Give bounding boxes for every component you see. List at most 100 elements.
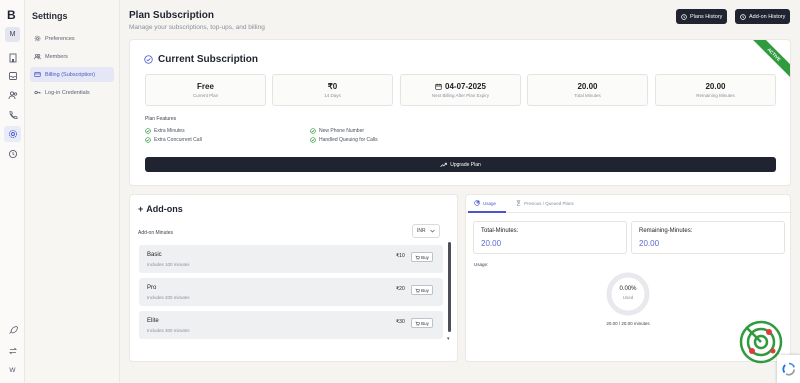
- stat-total-minutes: 20.00 Total Minutes: [527, 74, 648, 106]
- cart-icon: [415, 255, 421, 260]
- usage-caption: 20.00 / 20.00 minutes: [606, 321, 650, 326]
- usage-tabs: Usage Previous / Queued Plans: [466, 195, 792, 213]
- contacts-icon[interactable]: [6, 88, 19, 101]
- stat-value: 20.00: [577, 82, 598, 91]
- feature-item: New Phone Number: [310, 128, 364, 134]
- sidebar-item-label: Members: [45, 53, 68, 60]
- check-circle-icon: [145, 137, 151, 143]
- cart-icon: [415, 288, 421, 293]
- tab-previous-queued-plans[interactable]: Previous / Queued Plans: [516, 200, 574, 206]
- addon-history-label: Add-on History: [749, 13, 786, 20]
- tab-usage[interactable]: Usage: [474, 200, 496, 206]
- stat-price: ₹0 14 Days: [272, 74, 393, 106]
- stat-label: 14 Days: [324, 93, 341, 98]
- pie-chart-icon: [474, 200, 480, 206]
- addon-row-pro: Pro Includes 200 minutes ₹20 Buy: [139, 278, 443, 306]
- addons-heading: + Add-ons: [138, 204, 183, 214]
- switch-icon[interactable]: [6, 344, 19, 357]
- stat-label: Current Plan: [192, 93, 219, 98]
- upgrade-plan-button[interactable]: Upgrade Plan: [145, 157, 776, 172]
- currency-select[interactable]: INR: [412, 224, 440, 238]
- addon-name: Basic: [147, 252, 162, 258]
- clock-icon: [681, 13, 687, 20]
- features-title: Plan Features: [145, 116, 177, 122]
- stat-value: 20.00: [705, 82, 726, 91]
- check-circle-icon: [310, 128, 316, 134]
- key-icon: [34, 90, 41, 95]
- app-logo[interactable]: B: [7, 8, 16, 22]
- workspace-avatar[interactable]: M: [5, 27, 20, 42]
- building-icon[interactable]: [6, 51, 19, 64]
- plans-history-button[interactable]: Plans History: [676, 9, 728, 24]
- addons-scrollbar[interactable]: [448, 242, 451, 332]
- phone-icon[interactable]: [6, 108, 19, 121]
- gear-icon: [34, 35, 41, 42]
- buy-button-pro[interactable]: Buy: [411, 285, 433, 295]
- total-minutes-value: 20.00: [481, 239, 502, 248]
- stat-label: Next Billing After Plan Expiry: [431, 93, 490, 98]
- buy-button-elite[interactable]: Buy: [411, 318, 433, 328]
- page-subtitle: Manage your subscriptions, top-ups, and …: [129, 24, 265, 31]
- remaining-minutes-value: 20.00: [639, 239, 660, 248]
- trend-up-icon: [440, 162, 447, 167]
- plans-history-label: Plans History: [690, 13, 723, 20]
- currency-value: INR: [417, 228, 426, 234]
- addon-desc: Includes 200 minutes: [147, 295, 190, 300]
- sidebar-item-login-credentials[interactable]: Log-in Credentials: [30, 85, 114, 100]
- addon-desc: Includes 300 minutes: [147, 328, 190, 333]
- settings-sidebar: Settings Preferences Members Billing (Su…: [25, 0, 120, 383]
- inbox-icon[interactable]: [6, 69, 19, 82]
- subscription-title: Current Subscription: [158, 54, 259, 65]
- user-avatar[interactable]: W: [6, 364, 19, 377]
- upgrade-plan-label: Upgrade Plan: [450, 161, 481, 168]
- page-title: Plan Subscription: [129, 10, 215, 21]
- addon-name: Pro: [147, 285, 157, 291]
- usage-used-label: Used: [622, 295, 634, 300]
- icon-rail: B M W: [0, 0, 25, 383]
- sidebar-title: Settings: [32, 11, 68, 21]
- remaining-minutes-box: Remaining-Minutes: 20.00: [631, 221, 785, 254]
- usage-section-label: Usage:: [474, 262, 489, 267]
- addon-row-elite: Elite Includes 300 minutes ₹30 Buy: [139, 311, 443, 339]
- sidebar-item-members[interactable]: Members: [30, 49, 114, 64]
- hourglass-icon: [516, 200, 521, 206]
- addons-card: + Add-ons Add-on Minutes INR Basic Inclu…: [129, 194, 458, 362]
- stat-current-plan: Free Current Plan: [145, 74, 266, 106]
- usage-percent: 0.00%: [619, 286, 637, 292]
- users-icon: [34, 53, 41, 60]
- stat-next-billing: 04-07-2025 Next Billing After Plan Expir…: [400, 74, 521, 106]
- card-icon: [34, 72, 41, 77]
- sidebar-item-label: Log-in Credentials: [45, 89, 90, 96]
- cart-icon: [415, 321, 421, 326]
- stat-value: ₹0: [327, 82, 338, 91]
- stat-label: Total Minutes: [574, 93, 601, 98]
- active-badge: ACTIVE: [749, 40, 790, 79]
- check-circle-icon: [144, 55, 153, 64]
- total-minutes-box: Total-Minutes: 20.00: [473, 221, 627, 254]
- addons-title: Add-ons: [146, 204, 183, 214]
- addon-name: Elite: [147, 318, 159, 324]
- plus-icon: +: [138, 204, 144, 214]
- main-content: Plan Subscription Manage your subscripti…: [120, 0, 800, 383]
- chevron-down-icon: [430, 229, 435, 233]
- sidebar-item-preferences[interactable]: Preferences: [30, 31, 114, 46]
- buy-button-basic[interactable]: Buy: [411, 252, 433, 262]
- recaptcha-badge[interactable]: [777, 355, 800, 383]
- addon-minutes-label: Add-on Minutes: [138, 230, 174, 236]
- feature-item: Extra Concurrent Call: [145, 137, 202, 143]
- sidebar-item-label: Billing (Subscription): [45, 71, 96, 78]
- check-circle-icon: [145, 128, 151, 134]
- addon-history-button[interactable]: Add-on History: [735, 9, 791, 24]
- feature-item: Extra Minutes: [145, 128, 185, 134]
- check-circle-icon: [310, 137, 316, 143]
- recaptcha-icon: [781, 362, 795, 376]
- addon-price: ₹10: [396, 253, 405, 259]
- rocket-icon[interactable]: [6, 323, 19, 336]
- scroll-down-arrow-icon[interactable]: ▾: [447, 336, 450, 342]
- addon-row-basic: Basic Includes 100 minutes ₹10 Buy: [139, 245, 443, 273]
- settings-icon[interactable]: [4, 126, 21, 142]
- history-icon[interactable]: [6, 147, 19, 160]
- sidebar-item-billing[interactable]: Billing (Subscription): [30, 67, 114, 82]
- addon-price: ₹30: [396, 319, 405, 325]
- stat-value: 04-07-2025: [445, 82, 486, 91]
